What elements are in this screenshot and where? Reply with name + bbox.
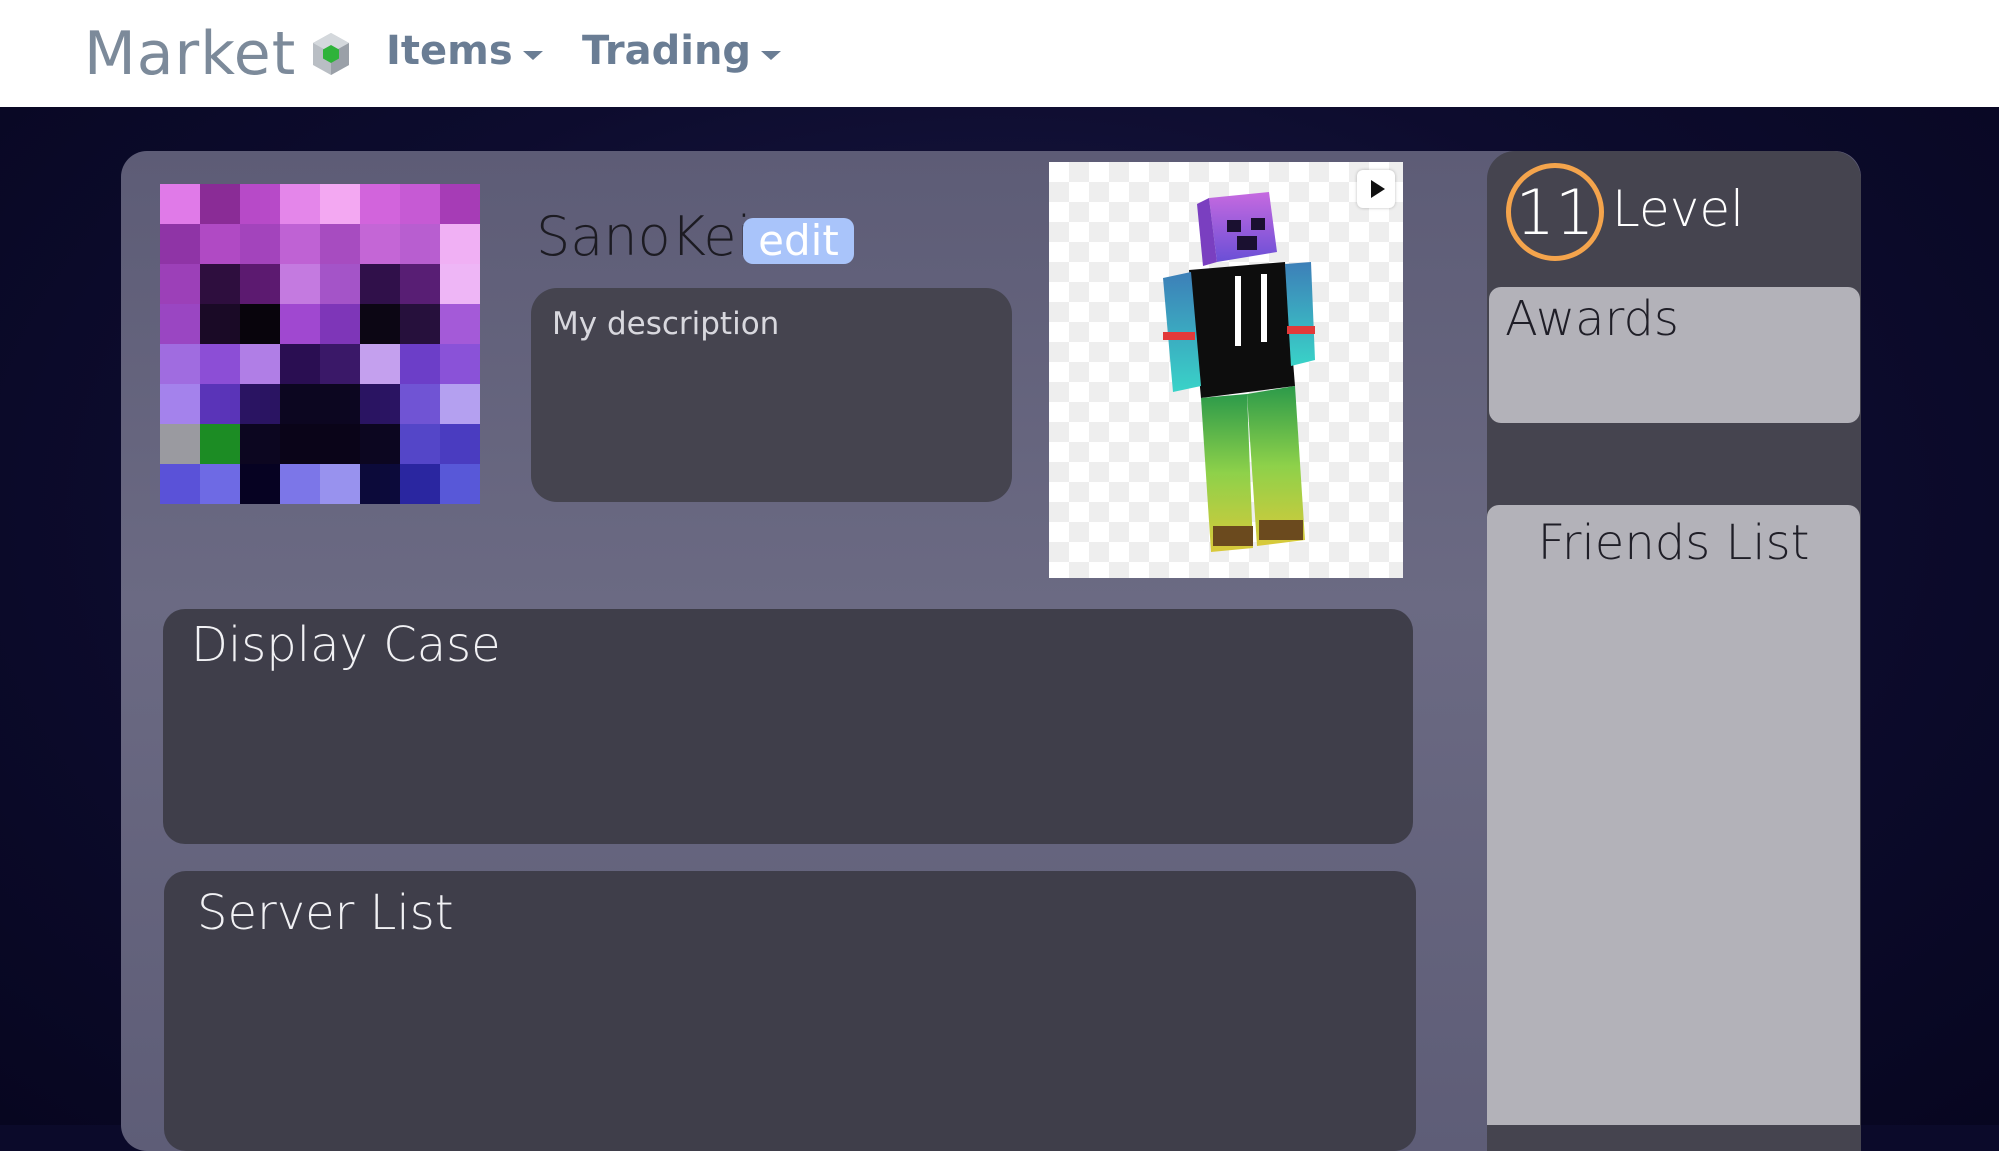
avatar-pixel [320, 384, 360, 424]
avatar-pixel [400, 224, 440, 264]
avatar [160, 184, 480, 504]
avatar-pixel [400, 264, 440, 304]
description-text: My description [552, 306, 780, 342]
friends-list-title: Friends List [1537, 515, 1810, 571]
display-case-title: Display Case [191, 617, 501, 673]
trading-dropdown[interactable]: Trading [582, 28, 782, 74]
skin-preview [1049, 162, 1403, 578]
avatar-pixel [160, 424, 200, 464]
avatar-pixel [400, 464, 440, 504]
top-navbar: Market Items Trading [0, 0, 1999, 107]
avatar-pixel [280, 384, 320, 424]
avatar-pixel [360, 464, 400, 504]
server-list: Server List [164, 871, 1416, 1151]
avatar-pixel [280, 424, 320, 464]
avatar-pixel [280, 184, 320, 224]
trading-label: Trading [582, 28, 752, 74]
avatar-pixel [360, 264, 400, 304]
avatar-pixel [440, 264, 480, 304]
avatar-pixel [400, 344, 440, 384]
avatar-pixel [360, 384, 400, 424]
avatar-pixel [440, 224, 480, 264]
avatar-pixel [400, 384, 440, 424]
avatar-pixel [160, 344, 200, 384]
avatar-pixel [280, 464, 320, 504]
avatar-pixel [320, 304, 360, 344]
avatar-pixel [320, 184, 360, 224]
display-case: Display Case [163, 609, 1413, 844]
avatar-pixel [240, 264, 280, 304]
avatar-pixel [400, 424, 440, 464]
items-label: Items [386, 28, 513, 74]
avatar-pixel [440, 464, 480, 504]
avatar-pixel [240, 424, 280, 464]
avatar-pixel [320, 424, 360, 464]
skin-figure [1163, 192, 1315, 552]
avatar-pixel [360, 344, 400, 384]
avatar-pixel [200, 304, 240, 344]
username: SanoKei [536, 205, 752, 268]
avatar-pixel [440, 424, 480, 464]
avatar-pixel [360, 424, 400, 464]
brand-name: Market [84, 19, 297, 89]
avatar-pixel [160, 224, 200, 264]
items-dropdown[interactable]: Items [386, 28, 543, 74]
avatar-pixel [360, 304, 400, 344]
server-list-title: Server List [197, 885, 454, 941]
awards-box: Awards [1489, 287, 1860, 423]
avatar-pixel [200, 264, 240, 304]
avatar-pixel [280, 304, 320, 344]
friends-list: Friends List [1487, 505, 1860, 1125]
description-box[interactable]: My description [531, 288, 1012, 502]
avatar-pixel [200, 344, 240, 384]
avatar-pixel [280, 264, 320, 304]
avatar-pixel [440, 344, 480, 384]
avatar-pixel [360, 184, 400, 224]
avatar-pixel [160, 464, 200, 504]
edit-button[interactable]: edit [743, 218, 854, 264]
brand-logo[interactable]: Market [84, 14, 352, 94]
level-label: Level [1612, 180, 1744, 238]
avatar-pixel [240, 344, 280, 384]
level-badge: 11 [1506, 163, 1604, 261]
avatar-pixel [160, 384, 200, 424]
avatar-pixel [240, 384, 280, 424]
hexagon-cube-icon [313, 33, 350, 75]
awards-title: Awards [1505, 291, 1679, 347]
avatar-pixel [160, 304, 200, 344]
avatar-pixel [160, 184, 200, 224]
play-button[interactable] [1357, 170, 1395, 208]
avatar-pixel [280, 224, 320, 264]
avatar-pixel [160, 264, 200, 304]
avatar-pixel [200, 384, 240, 424]
avatar-pixel [200, 184, 240, 224]
avatar-pixel [200, 464, 240, 504]
avatar-pixel [240, 464, 280, 504]
avatar-pixel [200, 224, 240, 264]
avatar-pixel [240, 304, 280, 344]
play-icon [1371, 180, 1385, 198]
avatar-pixel [320, 224, 360, 264]
avatar-pixel [440, 304, 480, 344]
avatar-pixel [320, 464, 360, 504]
avatar-pixel [400, 304, 440, 344]
avatar-pixel [240, 224, 280, 264]
avatar-pixel [320, 344, 360, 384]
caret-down-icon [522, 50, 543, 60]
avatar-pixel [440, 184, 480, 224]
avatar-pixel [240, 184, 280, 224]
avatar-pixel [320, 264, 360, 304]
caret-down-icon [761, 50, 782, 60]
avatar-pixel [280, 344, 320, 384]
avatar-pixel [200, 424, 240, 464]
avatar-pixel [360, 224, 400, 264]
avatar-pixel [440, 384, 480, 424]
avatar-pixel [400, 184, 440, 224]
